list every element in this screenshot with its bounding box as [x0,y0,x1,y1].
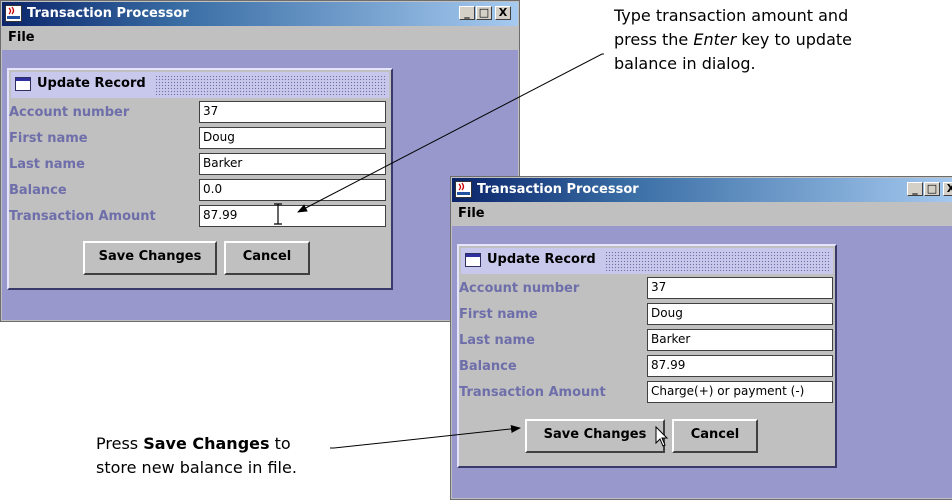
callout-arrows [297,53,604,449]
callout-top-arrow [297,53,604,213]
callout-bottom-arrow [330,424,521,449]
